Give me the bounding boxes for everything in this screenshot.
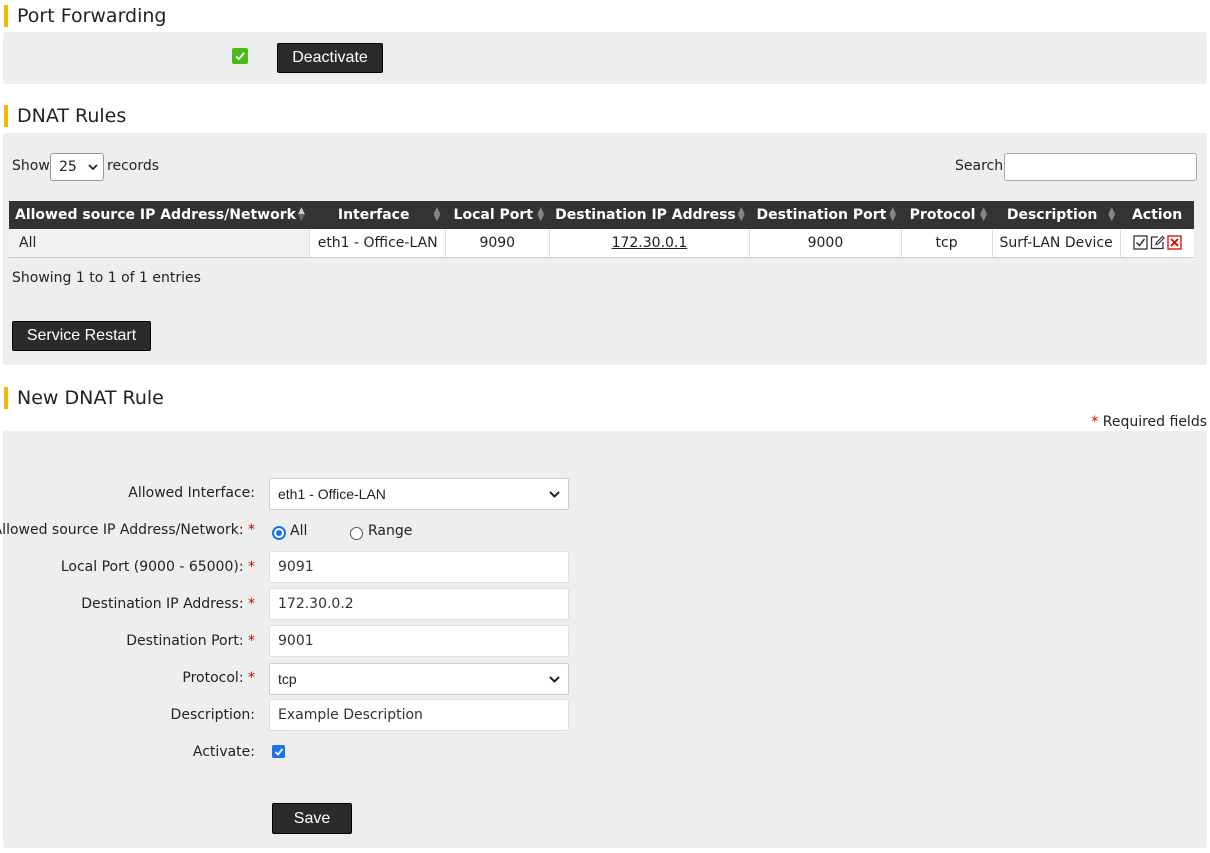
col-source[interactable]: Allowed source IP Address/Network ▲ ▼ [9,201,310,229]
description-input[interactable]: Example Description [269,699,569,731]
sort-asc-icon: ▲ ▼ [298,206,305,223]
source-range-label: Range [368,523,413,539]
activate-label: Activate: [192,744,255,760]
sort-icon: ▲ ▼ [433,206,441,223]
delete-icon[interactable] [1167,235,1182,250]
cell-description: Surf-LAN Device [992,229,1121,258]
col-protocol[interactable]: Protocol ▲ ▼ [901,201,993,229]
save-button[interactable]: Save [272,803,352,834]
col-interface[interactable]: Interface ▲ ▼ [309,201,446,229]
new-dnat-rule-title: New DNAT Rule [4,387,164,409]
sort-icon: ▲ ▼ [980,206,988,223]
cell-interface: eth1 - Office-LAN [309,229,446,258]
activate-checkbox[interactable] [272,745,285,758]
source-all-radio[interactable] [272,526,286,540]
col-description[interactable]: Description ▲ ▼ [992,201,1121,229]
cell-action [1120,229,1194,258]
chevron-down-icon [549,491,560,498]
protocol-select-value: tcp [278,671,297,687]
destination-ip-label: Destination IP Address: * [81,596,255,612]
interface-select-value: eth1 - Office-LAN [278,486,386,502]
table-info: Showing 1 to 1 of 1 entries [12,270,201,286]
search-label: Search: [955,158,1008,174]
chevron-down-icon [549,676,560,683]
cell-local-port: 9090 [445,229,550,258]
radio-dot [276,530,282,536]
page-size-select[interactable]: 25 [50,153,104,181]
dnat-rules-title: DNAT Rules [4,105,126,127]
description-label: Description: [170,707,255,723]
interface-label: Allowed Interface: [128,485,255,501]
sort-icon: ▲ ▼ [1108,206,1116,223]
table-row: All eth1 - Office-LAN 9090 172.30.0.1 90… [9,229,1194,258]
edit-icon[interactable] [1150,235,1165,250]
source-label: Allowed source IP Address/Network: * [0,522,255,538]
records-label: records [107,158,160,174]
chevron-down-icon [88,164,98,171]
col-destination-ip[interactable]: Destination IP Address ▲ ▼ [549,201,750,229]
destination-port-input[interactable]: 9001 [269,625,569,657]
table-header-row: Allowed source IP Address/Network ▲ ▼ Inte… [9,201,1194,229]
cell-destination-port: 9000 [749,229,902,258]
deactivate-button[interactable]: Deactivate [277,43,383,73]
cell-destination-ip: 172.30.0.1 [549,229,751,258]
port-forwarding-title: Port Forwarding [4,5,167,27]
sort-icon: ▲ ▼ [737,206,745,223]
checkmark-icon [274,747,283,756]
checkbox-icon[interactable] [1133,235,1148,250]
required-fields-note: * Required fields [1091,414,1207,430]
service-restart-button[interactable]: Service Restart [12,321,151,351]
search-input[interactable] [1004,153,1197,181]
page-size-value: 25 [59,159,77,175]
cell-source: All [9,229,311,258]
col-action: Action [1120,201,1194,229]
port-forwarding-panel: Deactivate [3,32,1207,84]
dnat-rules-table: Allowed source IP Address/Network ▲ ▼ Inte… [9,201,1194,258]
cell-protocol: tcp [901,229,993,258]
status-check-icon [232,48,248,64]
local-port-label: Local Port (9000 - 65000): * [60,559,255,575]
protocol-label: Protocol: * [182,670,255,686]
destination-port-label: Destination Port: * [126,633,255,649]
show-label: Show [12,158,50,174]
local-port-input[interactable]: 9091 [269,551,569,583]
destination-ip-input[interactable]: 172.30.0.2 [269,588,569,620]
destination-ip-link[interactable]: 172.30.0.1 [612,235,688,251]
col-destination-port[interactable]: Destination Port ▲ ▼ [749,201,902,229]
sort-icon: ▲ ▼ [537,206,545,223]
interface-select[interactable]: eth1 - Office-LAN [269,478,569,510]
col-local-port[interactable]: Local Port ▲ ▼ [445,201,550,229]
sort-icon: ▲ ▼ [889,206,897,223]
source-range-radio[interactable] [350,527,363,540]
source-all-label: All [290,523,308,539]
protocol-select[interactable]: tcp [269,663,569,695]
